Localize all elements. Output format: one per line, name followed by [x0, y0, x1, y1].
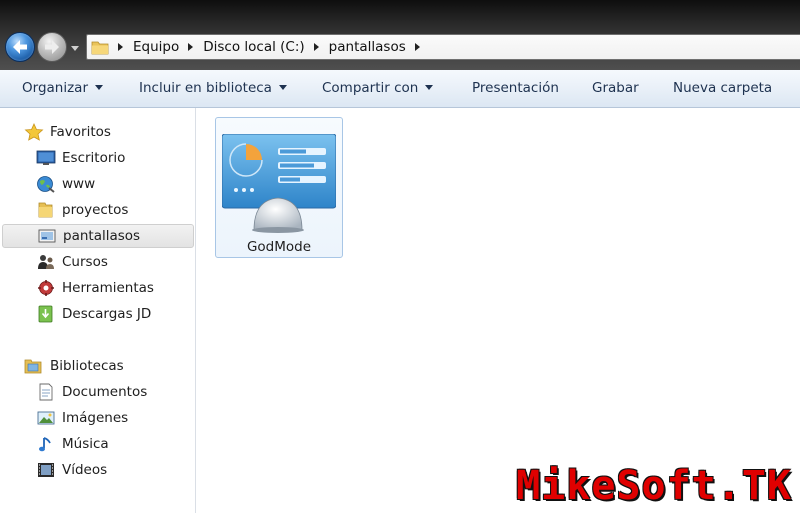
tools-icon — [38, 280, 54, 296]
nav-item-label: www — [62, 176, 96, 192]
breadcrumb-disco-local[interactable]: Disco local (C:) — [203, 39, 304, 55]
organize-label: Organizar — [22, 80, 88, 96]
title-bar: Equipo Disco local (C:) pantallasos — [0, 0, 800, 70]
folder-icon — [91, 41, 109, 55]
chevron-down-icon — [278, 84, 287, 90]
burn-button[interactable]: Grabar — [592, 80, 639, 96]
nav-item-cursos[interactable]: Cursos — [2, 250, 194, 274]
breadcrumb-separator-icon[interactable] — [118, 43, 123, 51]
nav-item-label: Vídeos — [62, 462, 108, 478]
breadcrumb-equipo[interactable]: Equipo — [133, 39, 179, 55]
nav-item-label: Descargas JD — [62, 306, 152, 322]
library-icon — [24, 359, 42, 374]
nav-item-documentos[interactable]: Documentos — [2, 380, 194, 404]
command-bar: Organizar Incluir en biblioteca Comparti… — [0, 70, 800, 108]
nav-item-descargas-jd[interactable]: Descargas JD — [2, 302, 194, 326]
picture-icon — [37, 411, 55, 425]
nav-favorites-label: Favoritos — [50, 124, 111, 140]
address-bar[interactable]: Equipo Disco local (C:) pantallasos — [86, 34, 800, 60]
nav-item-label: Imágenes — [62, 410, 129, 426]
slideshow-label: Presentación — [472, 80, 559, 96]
film-icon — [38, 463, 54, 477]
nav-item-label: Escritorio — [62, 150, 126, 166]
globe-icon — [37, 176, 55, 193]
share-with-button[interactable]: Compartir con — [322, 80, 434, 96]
music-note-icon — [39, 437, 51, 452]
nav-libraries-label: Bibliotecas — [50, 358, 124, 374]
arrow-left-icon — [13, 40, 27, 54]
download-folder-icon — [38, 305, 53, 323]
nav-item-label: Música — [62, 436, 109, 452]
include-library-label: Incluir en biblioteca — [139, 80, 272, 96]
new-folder-button[interactable]: Nueva carpeta — [673, 80, 772, 96]
arrow-right-icon — [45, 40, 59, 54]
nav-favorites[interactable]: Favoritos — [2, 120, 194, 144]
watermark: MikeSoft.TK — [516, 463, 792, 509]
back-button[interactable] — [5, 32, 35, 62]
share-with-label: Compartir con — [322, 80, 419, 96]
folder-icon — [38, 202, 53, 218]
nav-item-label: proyectos — [62, 202, 129, 218]
slideshow-button[interactable]: Presentación — [472, 80, 559, 96]
nav-item-herramientas[interactable]: Herramientas — [2, 276, 194, 300]
document-icon — [39, 383, 53, 401]
nav-item-label: pantallasos — [63, 228, 141, 244]
breadcrumb-separator-icon[interactable] — [414, 43, 420, 51]
nav-item-pantallasos[interactable]: pantallasos — [2, 224, 194, 248]
nav-item-www[interactable]: www — [2, 172, 194, 196]
nav-libraries[interactable]: Bibliotecas — [2, 354, 194, 378]
nav-item-musica[interactable]: Música — [2, 432, 194, 456]
nav-item-label: Cursos — [62, 254, 108, 270]
nav-item-proyectos[interactable]: proyectos — [2, 198, 194, 222]
file-list[interactable]: GodMode — [197, 108, 800, 513]
nav-item-escritorio[interactable]: Escritorio — [2, 146, 194, 170]
people-icon — [38, 255, 54, 269]
forward-button[interactable] — [37, 32, 67, 62]
nav-item-videos[interactable]: Vídeos — [2, 458, 194, 482]
chevron-down-icon — [95, 84, 103, 90]
navigation-pane: Favoritos Escritorio www proyectos panta… — [0, 108, 196, 513]
new-folder-label: Nueva carpeta — [673, 80, 773, 96]
organize-button[interactable]: Organizar — [22, 80, 103, 96]
image-folder-icon — [38, 229, 56, 243]
breadcrumb-pantallasos[interactable]: pantallasos — [329, 39, 406, 55]
burn-label: Grabar — [592, 80, 639, 96]
nav-item-imagenes[interactable]: Imágenes — [2, 406, 194, 430]
nav-item-label: Documentos — [62, 384, 148, 400]
star-icon — [24, 123, 44, 141]
recent-pages-dropdown-icon[interactable] — [69, 43, 81, 53]
file-item-godmode[interactable]: GodMode — [215, 117, 343, 258]
file-item-label: GodMode — [246, 239, 312, 255]
breadcrumb-separator-icon[interactable] — [313, 43, 319, 51]
include-library-button[interactable]: Incluir en biblioteca — [139, 80, 287, 96]
control-panel-icon — [222, 134, 336, 233]
breadcrumb-separator-icon[interactable] — [188, 43, 194, 51]
chevron-down-icon — [425, 84, 434, 90]
desktop-icon — [36, 150, 56, 165]
nav-item-label: Herramientas — [62, 280, 154, 296]
